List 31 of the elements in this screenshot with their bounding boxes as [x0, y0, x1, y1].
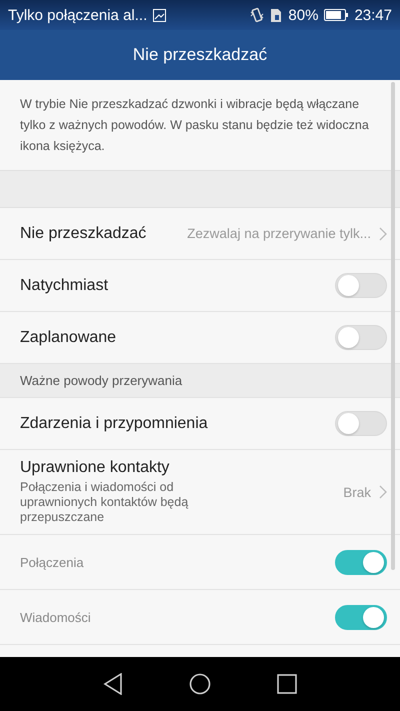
- back-icon[interactable]: [103, 673, 123, 695]
- clock: 23:47: [354, 6, 392, 24]
- battery-icon: [324, 9, 348, 21]
- row-label: Połączenia: [20, 554, 85, 570]
- toggle-switch[interactable]: [335, 550, 387, 574]
- screen-title: Nie przeszkadzać: [132, 45, 268, 65]
- section-title: Ważne powody przerywania: [20, 373, 182, 388]
- square-icon[interactable]: [277, 674, 297, 694]
- description-text: W trybie Nie przeszkadzać dzwonki i wibracje będą włączane tylko z ważnych powodów. W pasku stanu będzie też widoczna ikona księżyca.: [20, 97, 369, 153]
- vibrate-icon: [250, 7, 264, 23]
- image-icon: [153, 8, 166, 22]
- row-description: Połączenia i wiadomości od uprawnionych kontaktów będą przepuszczane: [20, 480, 190, 525]
- battery-percent: 80%: [288, 6, 318, 24]
- row-label: Natychmiast: [20, 276, 110, 294]
- toggle-switch[interactable]: [335, 273, 387, 298]
- scrollbar[interactable]: [391, 82, 395, 570]
- row-label: Zdarzenia i przypomnienia: [20, 414, 209, 432]
- home-icon[interactable]: [189, 673, 211, 695]
- row-value: Zezwalaj na przerywanie tylk...: [187, 226, 371, 241]
- toggle-switch[interactable]: [335, 411, 387, 436]
- row-label: Nie przeszkadzać: [20, 224, 148, 242]
- chevron-icon: [379, 485, 387, 499]
- row-label: Wiadomości: [20, 610, 92, 624]
- notification-text: Tylko połączenia al...: [8, 6, 148, 24]
- chevron-icon: [379, 226, 387, 240]
- row-label: Uprawnione kontakty: [20, 459, 170, 477]
- row-value: Brak: [343, 484, 371, 500]
- toggle-switch[interactable]: [335, 325, 387, 350]
- sim-card-icon: [270, 8, 282, 22]
- toggle-switch[interactable]: [335, 604, 387, 630]
- row-label: Zaplanowane: [20, 328, 118, 346]
